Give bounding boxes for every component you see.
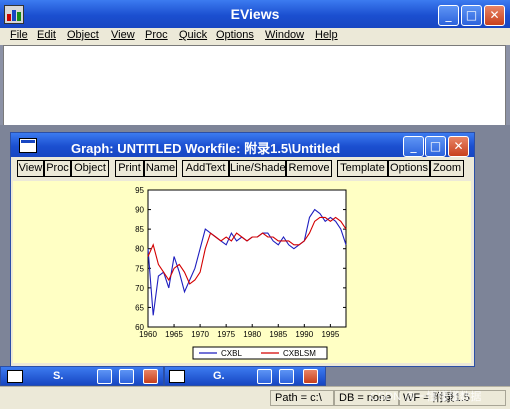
tb-remove-button[interactable]: Remove [286,160,332,177]
close-icon[interactable] [303,369,318,384]
minimized-window-title: G. [213,370,225,382]
legend-label: CXBLSM [283,349,316,358]
y-tick-label: 95 [135,186,144,195]
x-tick-label: 1985 [269,330,287,339]
restore-icon[interactable] [257,369,272,384]
y-tick-label: 85 [135,225,144,234]
menu-quick[interactable]: Quick [179,29,207,41]
close-icon: ✕ [489,8,500,22]
menu-object[interactable]: Object [67,29,99,41]
graph-minimize-button[interactable]: _ [403,136,424,157]
close-button[interactable]: ✕ [484,5,505,26]
legend-label: CXBL [221,349,242,358]
tb-template-button[interactable]: Template [337,160,388,177]
watermark: CSDN @一懂懂懂数据 [370,391,482,403]
minimized-window-s[interactable]: S. [0,366,164,386]
tb-options-button[interactable]: Options [388,160,430,177]
restore-icon[interactable] [97,369,112,384]
x-tick-label: 1960 [139,330,157,339]
menu-options[interactable]: Options [216,29,254,41]
tb-addtext-button[interactable]: AddText [182,160,229,177]
tb-view-button[interactable]: View [17,160,44,177]
graph-window: Graph: UNTITLED Workfile: 附录1.5\Untitled… [10,132,475,367]
close-icon[interactable] [143,369,158,384]
menu-edit[interactable]: Edit [37,29,56,41]
x-tick-label: 1990 [295,330,313,339]
y-tick-label: 65 [135,303,144,312]
window-menu-icon[interactable] [19,138,37,153]
maximize-icon[interactable] [119,369,134,384]
tb-lineshade-button[interactable]: Line/Shade [229,160,286,177]
menu-proc[interactable]: Proc [145,29,168,41]
status-path: Path = c:\ [270,390,334,406]
tb-object-button[interactable]: Object [71,160,109,177]
minimize-button[interactable]: _ [438,5,459,26]
maximize-icon[interactable] [279,369,294,384]
graph-toolbar: View Proc Object Print Name AddText Line… [13,159,472,179]
graph-titlebar[interactable]: Graph: UNTITLED Workfile: 附录1.5\Untitled… [11,133,474,157]
menu-window[interactable]: Window [265,29,304,41]
x-tick-label: 1975 [217,330,235,339]
tb-print-button[interactable]: Print [115,160,144,177]
tb-name-button[interactable]: Name [144,160,177,177]
graph-maximize-button[interactable]: □ [425,136,446,157]
x-tick-label: 1980 [243,330,261,339]
graph-close-button[interactable]: ✕ [448,136,469,157]
y-tick-label: 75 [135,264,144,273]
window-menu-icon [7,370,23,383]
x-tick-label: 1970 [191,330,209,339]
line-chart: 60657075808590951960 1965 1970 1975 1980 1985… [135,186,347,360]
menu-help[interactable]: Help [315,29,338,41]
menubar: File Edit Object View Proc Quick Options… [0,28,510,45]
plot-panel: 60 65 70 75 80 85 90 95 1960 1965 1970 1975 1980 1985… [13,181,471,363]
minimized-window-title: S. [53,370,64,382]
y-tick-label: 70 [135,284,144,293]
tb-zoom-button[interactable]: Zoom [430,160,464,177]
command-window[interactable] [3,45,506,126]
app-title: EViews [230,6,280,22]
y-tick-label: 80 [135,245,144,254]
minimize-icon: _ [445,8,452,22]
maximize-icon: □ [465,8,478,22]
x-tick-label: 1995 [321,330,339,339]
tb-proc-button[interactable]: Proc [44,160,71,177]
graph-title: Graph: UNTITLED Workfile: 附录1.5\Untitled [71,141,341,156]
minimize-icon: _ [410,139,417,153]
menu-file[interactable]: File [10,29,28,41]
minimized-window-g[interactable]: G. [164,366,326,386]
x-tick-label: 1965 [165,330,183,339]
menu-view[interactable]: View [111,29,135,41]
y-tick-label: 90 [135,206,144,215]
close-icon: ✕ [453,139,464,153]
window-menu-icon [169,370,185,383]
maximize-icon: □ [429,139,442,153]
maximize-button[interactable]: □ [461,5,482,26]
app-titlebar: EViews _ □ ✕ [0,0,510,28]
